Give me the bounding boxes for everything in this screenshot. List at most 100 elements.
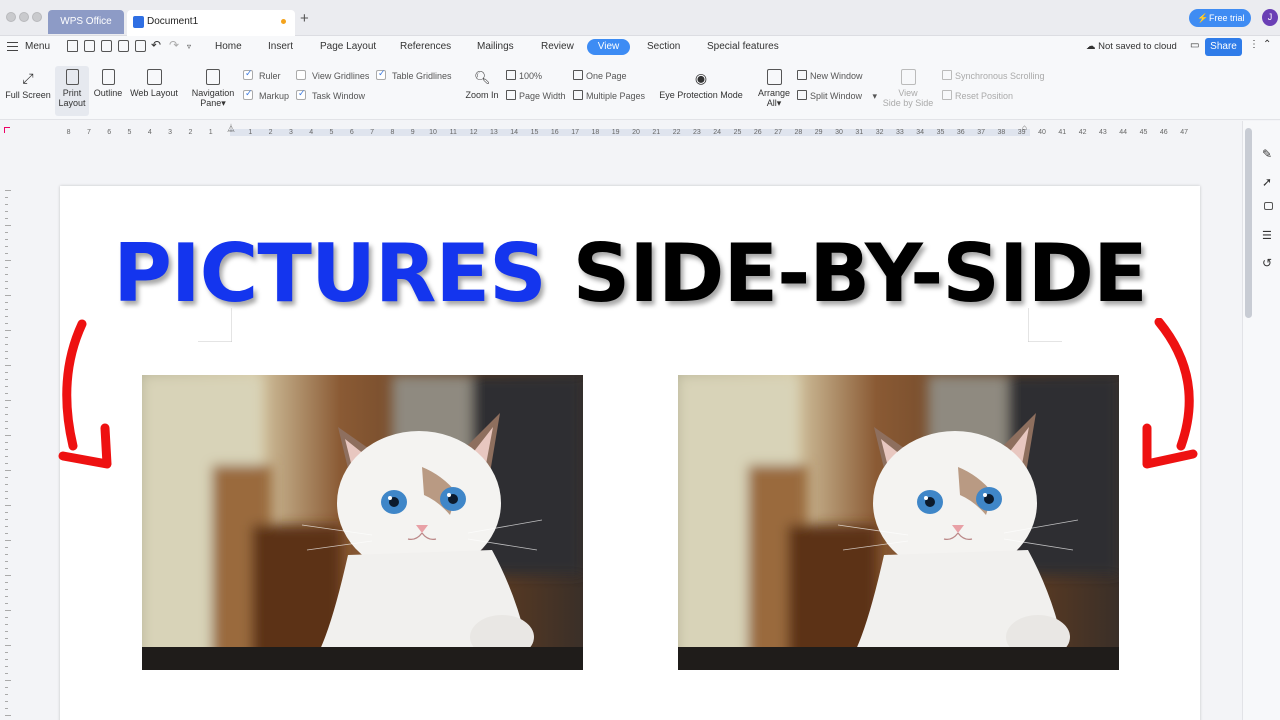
task-window-checkbox[interactable]: Task Window xyxy=(296,88,365,101)
cloud-status[interactable]: ☁ Not saved to cloud xyxy=(1086,41,1177,52)
outline-button[interactable]: Outline xyxy=(92,69,124,98)
synchronous-scrolling-button[interactable]: Synchronous Scrolling xyxy=(942,70,1045,81)
tab-view[interactable]: View xyxy=(587,39,630,55)
eye-protection-button[interactable]: ◉ Eye Protection Mode xyxy=(658,69,744,100)
zoom-in-label: Zoom In xyxy=(465,90,499,100)
ruler-tick xyxy=(5,428,8,429)
tab-insert[interactable]: Insert xyxy=(268,41,293,52)
table-gridlines-checkbox[interactable]: Table Gridlines xyxy=(376,68,452,81)
tab-section[interactable]: Section xyxy=(647,41,680,52)
ruler-tick xyxy=(5,547,8,548)
ruler-tick xyxy=(5,337,8,338)
ruler-tick xyxy=(5,582,8,583)
print-preview-icon[interactable] xyxy=(135,40,146,52)
free-trial-button[interactable]: ⚡ Free trial xyxy=(1189,9,1251,27)
full-screen-button[interactable]: ⤢ Full Screen xyxy=(4,69,52,100)
ruler-tick xyxy=(5,617,8,618)
ruler-tick xyxy=(5,302,8,303)
navigation-pane-icon xyxy=(206,69,220,85)
split-window-button[interactable]: Split Window ▾ xyxy=(797,90,877,102)
ruler-tick xyxy=(5,603,8,604)
ruler-checkbox[interactable]: Ruler xyxy=(243,68,281,81)
first-line-indent-marker-icon[interactable]: ⏅ xyxy=(227,123,235,134)
menu-button[interactable]: Menu xyxy=(25,41,50,52)
hamburger-icon[interactable] xyxy=(7,42,18,51)
customize-toolbar-icon[interactable]: ▿ xyxy=(187,42,191,51)
tab-home[interactable]: Home xyxy=(215,41,242,52)
ruler-number: 26 xyxy=(753,129,762,136)
save-icon[interactable] xyxy=(84,40,95,52)
tab-review[interactable]: Review xyxy=(541,41,574,52)
page-width-icon xyxy=(506,90,516,100)
vertical-scrollbar[interactable] xyxy=(1245,128,1252,318)
history-icon[interactable]: ↺ xyxy=(1262,256,1274,270)
horizontal-ruler[interactable]: ⏅ ⌂ 8 7 6 5 4 3 2 1 1 2 3 4 5 6 7 8 9 10 11 12 13 14 15 16 17 18 1… xyxy=(0,121,1240,141)
edit-pencil-icon[interactable]: ✎ xyxy=(1262,147,1274,161)
comment-icon[interactable]: ▭ xyxy=(1190,40,1199,51)
tab-document1[interactable]: Document1 xyxy=(127,10,295,36)
more-options-icon[interactable]: ⋮ xyxy=(1249,39,1259,50)
close-window-button[interactable] xyxy=(6,12,16,22)
print-icon[interactable] xyxy=(118,40,129,52)
ruler-tick xyxy=(5,442,8,443)
collapse-ribbon-icon[interactable]: ⌃ xyxy=(1263,39,1271,50)
document-page[interactable]: PICTURES SIDE-BY-SIDE xyxy=(60,186,1200,720)
avatar[interactable]: J xyxy=(1262,9,1278,26)
ruler-number: 20 xyxy=(632,129,640,136)
view-side-by-side-button[interactable]: View Side by Side xyxy=(880,69,936,108)
redo-icon[interactable]: ↷ xyxy=(169,38,179,52)
ruler-tick xyxy=(5,463,8,464)
view-gridlines-checkbox[interactable]: View Gridlines xyxy=(296,70,369,81)
split-window-icon xyxy=(797,90,807,100)
tab-references[interactable]: References xyxy=(400,41,451,52)
cat-photo-right[interactable] xyxy=(678,375,1119,670)
headline-black-words: SIDE-BY-SIDE xyxy=(572,227,1148,320)
lock-icon[interactable] xyxy=(1264,202,1273,210)
tab-stop-selector-icon[interactable] xyxy=(4,127,10,133)
zoom-in-button[interactable]: 🔍︎ Zoom In xyxy=(463,69,501,100)
adjust-sliders-icon[interactable]: ☰ xyxy=(1262,229,1274,242)
ruler-tick xyxy=(5,393,8,394)
cat-photo-left[interactable] xyxy=(142,375,583,670)
tab-special-features[interactable]: Special features xyxy=(707,41,779,52)
multiple-pages-button[interactable]: Multiple Pages xyxy=(573,90,645,101)
ruler-number: 23 xyxy=(692,129,701,136)
page-width-button[interactable]: Page Width xyxy=(506,90,566,101)
ruler-tick xyxy=(5,540,11,541)
minimize-window-button[interactable] xyxy=(19,12,29,22)
share-button[interactable]: Share xyxy=(1205,38,1242,56)
new-window-button[interactable]: New Window xyxy=(797,70,863,81)
ruler-number: 43 xyxy=(1098,129,1107,136)
ruler-tick xyxy=(5,659,8,660)
web-layout-button[interactable]: Web Layout xyxy=(129,69,179,98)
tab-page-layout[interactable]: Page Layout xyxy=(320,41,376,52)
print-layout-label-1: Print xyxy=(62,88,82,98)
export-pdf-icon[interactable] xyxy=(101,40,112,52)
new-tab-button[interactable]: + xyxy=(300,10,309,27)
print-layout-button[interactable]: Print Layout xyxy=(55,66,89,116)
ruler-tick xyxy=(5,526,8,527)
multiple-pages-icon xyxy=(573,90,583,100)
web-layout-label: Web Layout xyxy=(130,88,178,98)
checkbox-unchecked-icon xyxy=(296,70,306,80)
ruler-tick xyxy=(5,505,11,506)
side-by-side-icon xyxy=(900,69,916,85)
ruler-tick xyxy=(5,477,8,478)
select-pointer-icon[interactable]: ➚ xyxy=(1262,175,1274,189)
one-page-button[interactable]: One Page xyxy=(573,70,627,81)
navigation-pane-button[interactable]: Navigation Pane▾ xyxy=(189,69,237,109)
vertical-ruler[interactable] xyxy=(0,140,14,720)
ruler-tick xyxy=(5,211,8,212)
zoom-100-button[interactable]: 100% xyxy=(506,70,542,81)
open-folder-icon[interactable] xyxy=(67,40,78,52)
tab-wps-office[interactable]: WPS Office xyxy=(48,10,124,34)
arrange-all-button[interactable]: Arrange All▾ xyxy=(756,69,792,109)
ruler-number: 14 xyxy=(510,129,519,136)
reset-position-button[interactable]: Reset Position xyxy=(942,90,1013,101)
undo-icon[interactable]: ↶ xyxy=(151,38,161,52)
ruler-number: 28 xyxy=(794,129,803,136)
zoom-window-button[interactable] xyxy=(32,12,42,22)
markup-checkbox[interactable]: Markup xyxy=(243,88,289,101)
red-arrow-left-icon xyxy=(58,319,112,469)
tab-mailings[interactable]: Mailings xyxy=(477,41,514,52)
